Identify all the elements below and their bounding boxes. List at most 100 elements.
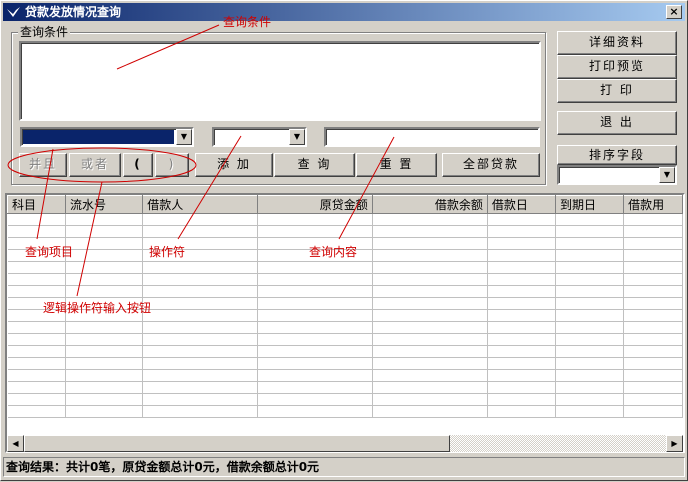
table-row[interactable] (7, 321, 683, 334)
chevron-down-icon[interactable]: ▼ (289, 129, 305, 145)
table-cell[interactable] (555, 333, 625, 346)
table-cell[interactable] (372, 297, 488, 310)
table-cell[interactable] (555, 297, 625, 310)
table-cell[interactable] (7, 381, 66, 394)
table-cell[interactable] (142, 261, 258, 274)
table-cell[interactable] (623, 321, 683, 334)
column-header[interactable]: 原贷金额 (256, 195, 373, 214)
table-row[interactable] (7, 213, 683, 226)
sort-field-select[interactable]: ▼ (557, 165, 677, 185)
table-cell[interactable] (65, 213, 144, 226)
table-cell[interactable] (487, 345, 557, 358)
table-cell[interactable] (7, 357, 66, 370)
table-cell[interactable] (487, 249, 557, 262)
table-cell[interactable] (487, 369, 557, 382)
table-cell[interactable] (142, 393, 258, 406)
right-paren-button[interactable]: ) (155, 153, 189, 177)
table-cell[interactable] (487, 321, 557, 334)
table-cell[interactable] (65, 249, 144, 262)
table-cell[interactable] (65, 405, 144, 418)
table-cell[interactable] (65, 285, 144, 298)
table-cell[interactable] (372, 213, 488, 226)
table-cell[interactable] (142, 381, 258, 394)
column-header[interactable]: 借款余额 (371, 195, 488, 214)
table-cell[interactable] (65, 393, 144, 406)
table-cell[interactable] (623, 381, 683, 394)
table-cell[interactable] (257, 333, 373, 346)
table-row[interactable] (7, 393, 683, 406)
table-cell[interactable] (142, 297, 258, 310)
table-row[interactable] (7, 261, 683, 274)
table-cell[interactable] (372, 237, 488, 250)
table-row[interactable] (7, 405, 683, 418)
table-cell[interactable] (372, 285, 488, 298)
table-cell[interactable] (487, 405, 557, 418)
table-row[interactable] (7, 381, 683, 394)
chevron-down-icon[interactable]: ▼ (659, 167, 675, 183)
table-cell[interactable] (257, 273, 373, 286)
table-cell[interactable] (487, 273, 557, 286)
table-cell[interactable] (487, 357, 557, 370)
table-cell[interactable] (487, 237, 557, 250)
table-cell[interactable] (555, 369, 625, 382)
add-button[interactable]: 添 加 (195, 153, 273, 177)
table-cell[interactable] (372, 393, 488, 406)
table-cell[interactable] (65, 225, 144, 238)
or-button[interactable]: 或者 (69, 153, 121, 177)
table-cell[interactable] (257, 297, 373, 310)
table-cell[interactable] (555, 237, 625, 250)
table-row[interactable] (7, 369, 683, 382)
table-cell[interactable] (7, 369, 66, 382)
table-cell[interactable] (623, 345, 683, 358)
table-cell[interactable] (142, 285, 258, 298)
table-cell[interactable] (623, 357, 683, 370)
table-cell[interactable] (623, 405, 683, 418)
all-loans-button[interactable]: 全部贷款 (442, 153, 540, 177)
table-cell[interactable] (65, 273, 144, 286)
table-cell[interactable] (372, 357, 488, 370)
scrollbar-thumb[interactable] (24, 435, 450, 452)
table-cell[interactable] (257, 405, 373, 418)
table-cell[interactable] (487, 309, 557, 322)
table-cell[interactable] (487, 285, 557, 298)
table-cell[interactable] (623, 285, 683, 298)
table-cell[interactable] (7, 405, 66, 418)
table-cell[interactable] (623, 261, 683, 274)
table-cell[interactable] (372, 381, 488, 394)
and-button[interactable]: 并且 (19, 153, 67, 177)
query-condition-textarea[interactable] (19, 41, 541, 121)
query-content-input[interactable] (324, 127, 540, 147)
table-cell[interactable] (65, 261, 144, 274)
table-cell[interactable] (487, 393, 557, 406)
table-cell[interactable] (142, 405, 258, 418)
scroll-left-icon[interactable]: ◀ (7, 435, 24, 452)
table-cell[interactable] (257, 285, 373, 298)
table-cell[interactable] (65, 369, 144, 382)
column-header[interactable]: 流水号 (64, 195, 144, 214)
table-row[interactable] (7, 225, 683, 238)
table-cell[interactable] (142, 369, 258, 382)
table-cell[interactable] (372, 345, 488, 358)
table-cell[interactable] (7, 345, 66, 358)
table-cell[interactable] (555, 249, 625, 262)
left-paren-button[interactable]: ( (123, 153, 153, 177)
table-cell[interactable] (257, 357, 373, 370)
table-cell[interactable] (7, 261, 66, 274)
table-cell[interactable] (257, 393, 373, 406)
table-cell[interactable] (65, 381, 144, 394)
table-cell[interactable] (623, 369, 683, 382)
table-cell[interactable] (257, 261, 373, 274)
table-cell[interactable] (257, 225, 373, 238)
table-cell[interactable] (555, 405, 625, 418)
table-row[interactable] (7, 333, 683, 346)
table-cell[interactable] (623, 333, 683, 346)
table-cell[interactable] (7, 213, 66, 226)
table-cell[interactable] (555, 357, 625, 370)
print-preview-button[interactable]: 打印预览 (557, 55, 677, 79)
column-header[interactable]: 科目 (7, 195, 66, 214)
table-cell[interactable] (372, 405, 488, 418)
table-cell[interactable] (623, 309, 683, 322)
table-cell[interactable] (142, 273, 258, 286)
horizontal-scrollbar[interactable]: ◀ ▶ (7, 435, 683, 452)
table-cell[interactable] (257, 345, 373, 358)
